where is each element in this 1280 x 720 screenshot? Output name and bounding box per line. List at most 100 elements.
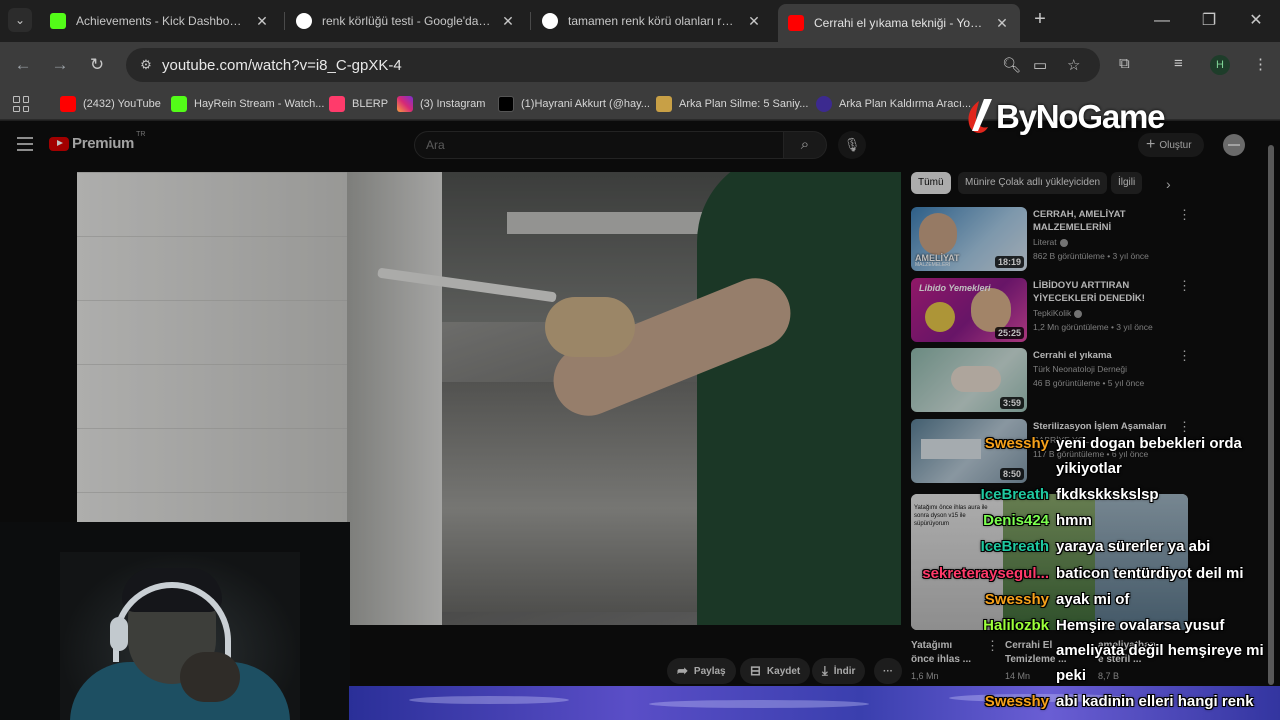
chip-from-uploader[interactable]: Münire Çolak adlı yükleyiciden	[958, 172, 1108, 194]
bookmark-kick-stream[interactable]: HayRein Stream - Watch...	[171, 95, 324, 113]
save-button[interactable]: ⊟ Kaydet	[740, 658, 811, 684]
bookmark-arka-plan-silme[interactable]: Arka Plan Silme: 5 Saniy...	[656, 95, 808, 113]
bookmark-label: (1)Hayrani Akkurt (@hay...	[521, 98, 650, 110]
channel-name[interactable]: Türk Neonatoloji Derneği	[1033, 364, 1127, 374]
close-icon[interactable]: ✕	[500, 13, 516, 30]
shorts-thumbnail-text: Yatağımı önce ihlas aura ile sonra dyson…	[914, 505, 988, 527]
bookmark-tiktok[interactable]: (1)Hayrani Akkurt (@hay...	[498, 95, 650, 113]
shorts-thumbnail[interactable]: Yatağımı önce ihlas aura ile sonra dyson…	[911, 494, 1188, 630]
recommendation-item[interactable]: Libido Yemekleri 25:25 LİBİDOYU ARTTIRAN…	[911, 278, 1191, 344]
close-icon[interactable]: ✕	[994, 15, 1010, 32]
logo-text: Premium	[72, 135, 135, 152]
kick-favicon-icon	[50, 13, 66, 29]
video-title[interactable]: Sterilizasyon İşlem Aşamaları	[1033, 420, 1173, 433]
account-avatar[interactable]	[1223, 134, 1245, 156]
search-button[interactable]: ⌕	[783, 131, 827, 159]
address-bar[interactable]: ⚙ youtube.com/watch?v=i8_C-gpXK-4 🔍︎ ▭ ☆	[126, 48, 1100, 82]
close-window-button[interactable]: ✕	[1241, 10, 1271, 32]
forward-button[interactable]: →	[49, 54, 71, 76]
back-button[interactable]: ←	[12, 54, 34, 76]
bookmark-youtube[interactable]: (2432) YouTube	[60, 95, 161, 113]
short-views: 14 Mn	[1005, 671, 1031, 681]
hamburger-menu-icon[interactable]	[17, 137, 33, 151]
install-app-icon[interactable]: ▭	[1033, 56, 1047, 74]
video-thumbnail: 3:59	[911, 348, 1027, 412]
save-label: Kaydet	[766, 665, 801, 677]
webcam-hand	[180, 652, 240, 702]
tab-title: tamamen renk körü olanları renk tonla	[568, 14, 738, 28]
video-title[interactable]: Cerrahi el yıkama	[1033, 349, 1173, 362]
bookmark-instagram[interactable]: (3) Instagram	[397, 95, 485, 113]
channel-text: Literat	[1033, 237, 1057, 247]
video-thumbnail: 8:50	[911, 419, 1027, 483]
channel-name[interactable]: SABRİYE YOL...	[1033, 435, 1096, 445]
more-options-icon[interactable]: ⋮	[1178, 207, 1191, 223]
channel-text: TepkiKolik	[1033, 308, 1072, 318]
google-favicon-icon	[542, 13, 558, 29]
media-control-icon[interactable]: ≡	[1174, 55, 1183, 72]
more-options-icon[interactable]: ⋮	[1178, 278, 1191, 294]
recommendation-item[interactable]: 3:59 Cerrahi el yıkama Türk Neonatoloji …	[911, 348, 1191, 414]
minimize-button[interactable]: —	[1147, 10, 1177, 32]
search-placeholder: Ara	[426, 138, 445, 152]
share-label: Paylaş	[693, 665, 726, 677]
zoom-icon[interactable]: 🔍︎	[1002, 56, 1021, 74]
download-button[interactable]: ⤓ İndir	[812, 658, 866, 684]
close-icon[interactable]: ✕	[254, 13, 270, 30]
menu-icon[interactable]: ⋮	[1253, 55, 1268, 73]
video-title[interactable]: LİBİDOYU ARTTIRAN YİYECEKLERİ DENEDİK!	[1033, 279, 1173, 305]
tab-google-search[interactable]: renk körlüğü testi - Google'da Ara ✕	[286, 6, 526, 36]
bookmark-blerp[interactable]: BLERP	[329, 95, 388, 113]
tab-kick-dashboard[interactable]: Achievements - Kick Dashboard ✕	[40, 6, 280, 36]
extensions-icon[interactable]: ⧉	[1119, 55, 1130, 72]
bookmark-star-icon[interactable]: ☆	[1067, 56, 1080, 74]
restore-button[interactable]: ❐	[1194, 10, 1224, 32]
short-caption[interactable]: Yatağımı önce ihlas ...	[911, 639, 971, 667]
chevron-right-icon[interactable]: ›	[1166, 176, 1171, 192]
region-code: TR	[136, 131, 146, 138]
short-caption[interactable]: ameliyathan e steril ...	[1098, 639, 1156, 667]
tab-youtube-active[interactable]: Cerrahi el yıkama tekniği - YouTube ✕	[778, 4, 1020, 42]
youtube-premium-logo[interactable]: Premium TR	[49, 131, 145, 152]
bookmark-label: (2432) YouTube	[83, 98, 161, 110]
new-tab-button[interactable]: +	[1030, 9, 1050, 30]
bookmark-label: (3) Instagram	[420, 98, 486, 110]
bookmark-arka-plan-kaldirma[interactable]: Arka Plan Kaldırma Aracı...	[816, 95, 971, 113]
short-title-line: Yatağımı	[911, 640, 953, 651]
tab-search-icon[interactable]: ⌄	[8, 8, 32, 32]
tab-strip: ⌄ Achievements - Kick Dashboard ✕ renk k…	[0, 0, 1280, 42]
chip-related[interactable]: İlgili	[1111, 172, 1143, 194]
more-options-icon[interactable]: ⋮	[986, 638, 999, 654]
more-actions-button[interactable]: ···	[874, 658, 902, 684]
reload-button[interactable]: ↻	[86, 54, 108, 76]
apps-grid-icon[interactable]	[13, 96, 29, 112]
recommendation-item[interactable]: 8:50 Sterilizasyon İşlem Aşamaları SABRİ…	[911, 419, 1191, 485]
instagram-icon	[397, 96, 413, 112]
more-options-icon[interactable]: ⋮	[1178, 419, 1191, 435]
bookmark-label: Arka Plan Kaldırma Aracı...	[839, 98, 972, 110]
kick-icon	[171, 96, 187, 112]
bookmark-label: Arka Plan Silme: 5 Saniy...	[679, 98, 809, 110]
recommendation-item[interactable]: AMELİYAT MALZEMELERİ 18:19 CERRAH, AMELİ…	[911, 207, 1191, 273]
share-button[interactable]: ➦ Paylaş	[667, 658, 736, 684]
channel-name[interactable]: Literat	[1033, 237, 1068, 247]
page-scrollbar[interactable]	[1268, 145, 1274, 685]
channel-name[interactable]: TepkiKolik	[1033, 308, 1083, 318]
duration-badge: 3:59	[999, 397, 1024, 409]
tab-google-search-2[interactable]: tamamen renk körü olanları renk tonla ✕	[532, 6, 772, 36]
short-caption[interactable]: Cerrahi El Temizleme ...	[1005, 639, 1067, 667]
profile-avatar[interactable]: H	[1210, 55, 1230, 75]
short-views: 8,7 B	[1098, 671, 1120, 681]
thumbnail-subtext: MALZEMELERİ	[915, 262, 951, 268]
voice-search-button[interactable]: 🎙︎	[838, 131, 866, 159]
tab-title: renk körlüğü testi - Google'da Ara	[322, 14, 492, 28]
chip-all[interactable]: Tümü	[911, 172, 951, 194]
search-input[interactable]: Ara	[414, 131, 784, 159]
video-thumbnail: Libido Yemekleri 25:25	[911, 278, 1027, 342]
video-title[interactable]: CERRAH, AMELİYAT MALZEMELERİNİ ANLATIYOR…	[1033, 208, 1173, 236]
url-text[interactable]: youtube.com/watch?v=i8_C-gpXK-4	[162, 57, 402, 74]
short-title-line: e steril ...	[1098, 654, 1142, 665]
more-options-icon[interactable]: ⋮	[1178, 348, 1191, 364]
site-info-icon[interactable]: ⚙	[136, 57, 156, 73]
close-icon[interactable]: ✕	[746, 13, 762, 30]
